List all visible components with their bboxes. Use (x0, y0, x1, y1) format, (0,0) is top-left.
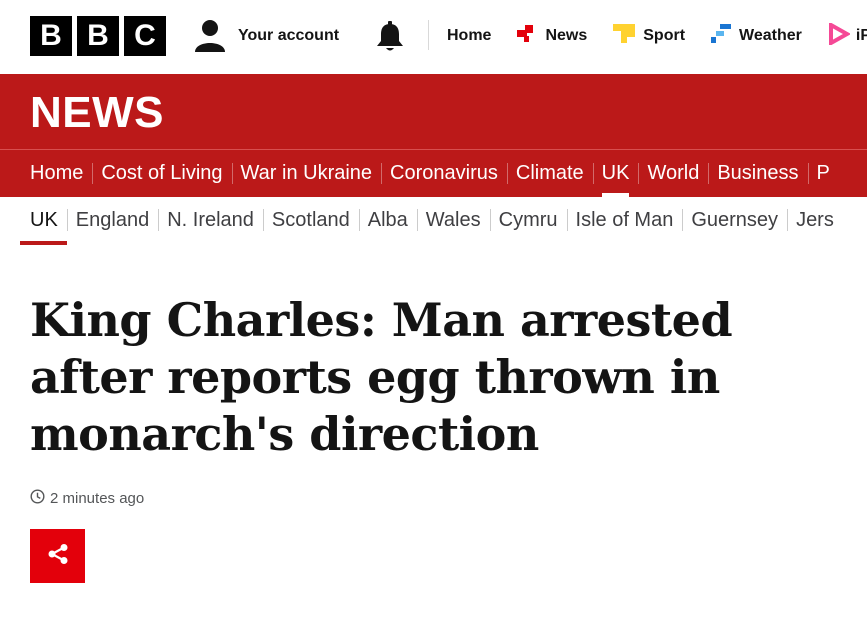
top-nav-label: Home (447, 27, 492, 44)
section-nav-home[interactable]: Home (30, 150, 92, 197)
share-button[interactable] (30, 529, 85, 583)
top-nav-iplayer[interactable]: iP (828, 21, 867, 50)
clock-icon (30, 489, 45, 508)
sub-nav-cymru[interactable]: Cymru (489, 197, 567, 245)
iplayer-icon (828, 21, 851, 50)
sub-nav-scotland[interactable]: Scotland (262, 197, 359, 245)
news-logo[interactable]: NEWS (30, 88, 164, 138)
section-nav-business[interactable]: Business (708, 150, 807, 197)
article-headline: King Charles: Man arrested after reports… (30, 293, 733, 461)
top-nav-label: Weather (739, 27, 802, 44)
top-nav: Home News Sport Weather iP (447, 21, 867, 50)
sub-nav-guernsey[interactable]: Guernsey (682, 197, 787, 245)
sub-nav-england[interactable]: England (66, 197, 158, 245)
section-nav-world[interactable]: World (638, 150, 708, 197)
top-nav-weather[interactable]: Weather (711, 23, 802, 49)
section-nav-uk[interactable]: UK (592, 150, 639, 197)
weather-icon (711, 23, 733, 50)
section-nav-coronavirus[interactable]: Coronavirus (381, 150, 507, 197)
top-nav-label: iP (855, 27, 867, 44)
top-nav-label: News (545, 27, 588, 44)
masthead-divider (428, 20, 429, 50)
account-label: Your account (238, 27, 340, 44)
news-icon (517, 24, 539, 49)
article-timestamp: 2 minutes ago (30, 489, 144, 508)
top-nav-sport[interactable]: Sport (613, 23, 685, 49)
sub-nav-isle-of-man[interactable]: Isle of Man (566, 197, 683, 245)
sub-nav: UK England N. Ireland Scotland Alba Wale… (0, 197, 867, 245)
sport-icon (613, 23, 637, 50)
bbc-logo[interactable]: B B C (30, 16, 166, 56)
top-nav-home[interactable]: Home (447, 23, 491, 49)
sub-nav-uk[interactable]: UK (20, 197, 67, 245)
user-icon (194, 19, 226, 53)
share-icon (47, 543, 69, 570)
notifications-bell-icon[interactable] (374, 20, 406, 59)
timestamp-text: 2 minutes ago (50, 490, 145, 507)
bbc-logo-letter: C (124, 16, 166, 56)
section-nav-more[interactable]: P (807, 150, 839, 197)
account-link[interactable]: Your account (194, 19, 339, 53)
top-nav-label: Sport (643, 27, 686, 44)
section-nav-climate[interactable]: Climate (506, 150, 593, 197)
top-nav-news[interactable]: News (517, 23, 587, 49)
masthead: B B C Your account Home News Sport Weath… (0, 0, 867, 74)
sub-nav-n-ireland[interactable]: N. Ireland (158, 197, 263, 245)
bbc-logo-letter: B (30, 16, 72, 56)
sub-nav-wales[interactable]: Wales (416, 197, 490, 245)
sub-nav-jersey[interactable]: Jers (787, 197, 843, 245)
bbc-logo-letter: B (77, 16, 119, 56)
news-brand-band: NEWS (0, 74, 867, 150)
sub-nav-alba[interactable]: Alba (358, 197, 417, 245)
section-nav-cost-of-living[interactable]: Cost of Living (92, 150, 231, 197)
section-nav: Home Cost of Living War in Ukraine Coron… (0, 150, 867, 197)
section-nav-war-in-ukraine[interactable]: War in Ukraine (231, 150, 382, 197)
